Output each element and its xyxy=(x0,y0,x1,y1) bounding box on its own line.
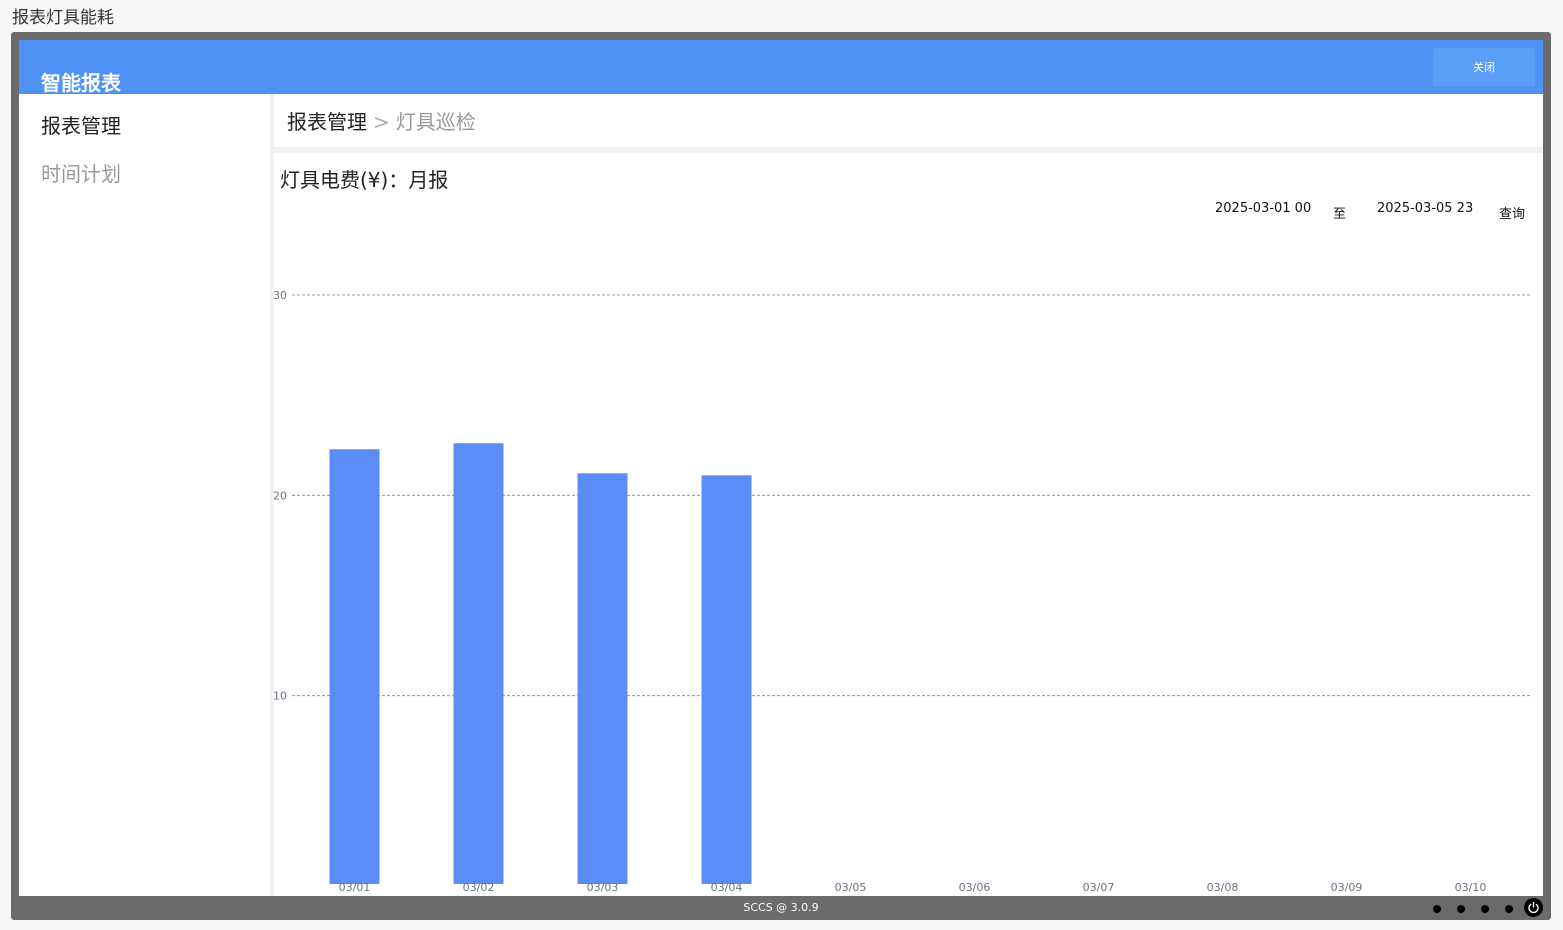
y-tick-label: 20 xyxy=(273,489,287,502)
app-window: 智能报表 关闭 报表管理 时间计划 报表管理 > 灯具巡检 灯具电费(¥)：月报 2… xyxy=(11,32,1551,920)
breadcrumb-current: 灯具巡检 xyxy=(395,110,476,134)
power-icon[interactable] xyxy=(1524,898,1543,917)
y-tick-label: 30 xyxy=(273,289,287,302)
app-title: 智能报表 xyxy=(41,71,121,95)
x-tick-label: 03/06 xyxy=(958,881,991,894)
y-tick-label: 10 xyxy=(273,690,287,703)
bar-03-01[interactable] xyxy=(329,449,380,884)
x-tick-label: 03/07 xyxy=(1082,881,1115,894)
x-tick-label: 03/08 xyxy=(1206,881,1239,894)
end-date-input[interactable]: 2025-03-05 23 xyxy=(1377,201,1473,216)
sidebar-item-time-plan[interactable]: 时间计划 xyxy=(41,158,121,187)
header-bar: 智能报表 关闭 xyxy=(19,40,1543,95)
x-tick-label: 03/04 xyxy=(710,881,743,894)
version-label: SCCS @ 3.0.9 xyxy=(743,901,819,914)
x-tick-label: 03/01 xyxy=(338,881,371,894)
x-tick-label: 03/05 xyxy=(834,881,867,894)
breadcrumb-separator: > xyxy=(373,110,390,134)
breadcrumb: 报表管理 > 灯具巡检 xyxy=(287,106,476,135)
x-tick-label: 03/02 xyxy=(462,881,495,894)
x-tick-label: 03/10 xyxy=(1454,881,1487,894)
chart-title: 灯具电费(¥)：月报 xyxy=(280,168,449,192)
bar-03-04[interactable] xyxy=(701,475,752,884)
main-content: 报表管理 > 灯具巡检 灯具电费(¥)：月报 2025-03-01 00 至 202… xyxy=(270,94,1543,896)
range-to-label: 至 xyxy=(1333,207,1347,222)
x-tick-label: 03/03 xyxy=(586,881,619,894)
sidebar: 报表管理 时间计划 xyxy=(19,94,270,896)
breadcrumb-root[interactable]: 报表管理 xyxy=(287,110,367,134)
status-dot-1 xyxy=(1433,905,1441,913)
status-dot-4 xyxy=(1505,905,1513,913)
page-title: 报表灯具能耗 xyxy=(12,8,114,28)
bar-03-03[interactable] xyxy=(577,473,628,884)
sidebar-item-report-management[interactable]: 报表管理 xyxy=(41,110,121,139)
breadcrumb-divider xyxy=(270,147,1543,153)
status-dot-2 xyxy=(1457,905,1465,913)
bar-03-02[interactable] xyxy=(453,443,504,884)
status-dot-3 xyxy=(1481,905,1489,913)
start-date-input[interactable]: 2025-03-01 00 xyxy=(1215,201,1311,216)
close-button[interactable]: 关闭 xyxy=(1433,48,1535,86)
x-tick-label: 03/09 xyxy=(1330,881,1363,894)
bar-chart: 0102030 xyxy=(273,289,1532,884)
query-button[interactable]: 查询 xyxy=(1499,203,1525,222)
